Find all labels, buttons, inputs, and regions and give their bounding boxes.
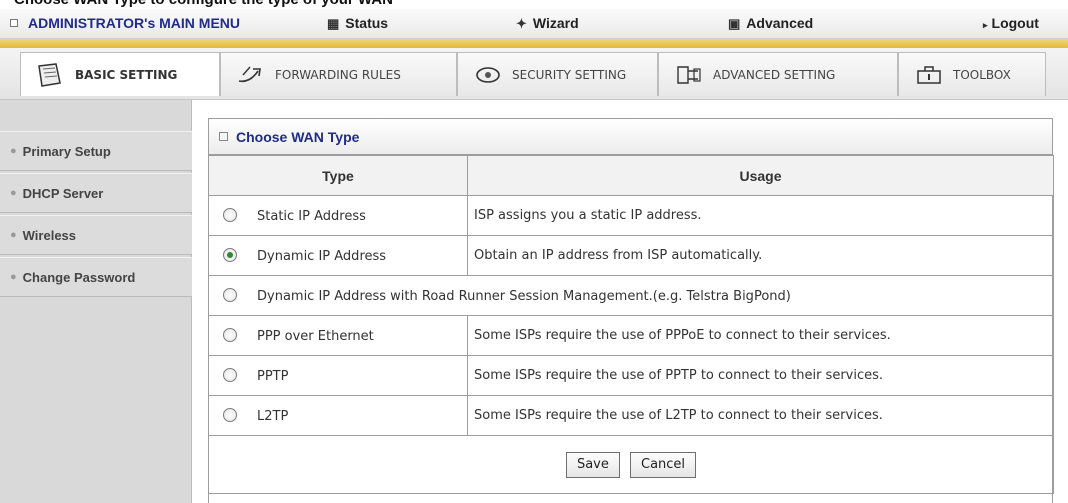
radio-road-runner[interactable] [223, 287, 237, 302]
page-caption-cropped: Choose WAN Type to configure the type of… [0, 0, 1068, 9]
sidebar-item-dhcp-server[interactable]: ● DHCP Server [0, 173, 192, 213]
panel-title: Choose WAN Type [236, 128, 360, 145]
advanced-menu[interactable]: ▣ Advanced [728, 15, 813, 32]
table-header-row: Type Usage [208, 155, 1054, 196]
forward-arrows-icon [235, 63, 267, 87]
sidebar: ● Primary Setup ● DHCP Server ● Wireless ● C… [0, 100, 192, 503]
type-label: Dynamic IP Address [257, 248, 387, 264]
tab-toolbox[interactable]: TOOLBOX [898, 52, 1046, 96]
usage-text: Some ISPs require the use of PPPoE to co… [467, 315, 1054, 356]
table-row: PPP over Ethernet Some ISPs require the … [208, 315, 1054, 356]
radio-pptp[interactable] [223, 367, 237, 382]
sidebar-item-change-password[interactable]: ● Change Password [0, 257, 192, 297]
panel-square-icon [219, 132, 228, 141]
table-row: PPTP Some ISPs require the use of PPTP t… [208, 355, 1054, 396]
table-row: L2TP Some ISPs require the use of L2TP t… [208, 395, 1054, 436]
sidebar-item-wireless[interactable]: ● Wireless [0, 215, 192, 255]
type-label: Static IP Address [257, 208, 366, 224]
network-icon [673, 63, 705, 87]
usage-text: Some ISPs require the use of PPTP to con… [467, 355, 1054, 396]
cancel-button[interactable]: Cancel [630, 451, 697, 478]
usage-text: Some ISPs require the use of L2TP to con… [467, 395, 1054, 436]
top-menu-bar: ADMINISTRATOR's MAIN MENU ▦ Status ✦ Wizar… [0, 9, 1068, 39]
tab-basic-setting[interactable]: BASIC SETTING [20, 52, 220, 96]
toolbox-icon [913, 63, 945, 87]
type-label: Dynamic IP Address with Road Runner Sess… [257, 288, 791, 304]
col-type-header: Type [208, 155, 468, 196]
sidebar-item-primary-setup[interactable]: ● Primary Setup [0, 131, 192, 171]
tab-forwarding-rules[interactable]: FORWARDING RULES [220, 52, 457, 96]
bullet-icon: ● [10, 229, 17, 241]
tab-security-setting[interactable]: SECURITY SETTING [457, 52, 658, 96]
security-eye-icon [472, 63, 504, 87]
col-usage-header: Usage [467, 155, 1054, 196]
logout-link[interactable]: ▸ Logout [983, 15, 1039, 31]
wan-type-panel: Choose WAN Type Type Usage Static IP Add… [208, 118, 1054, 503]
wan-type-table: Type Usage Static IP Address ISP assigns… [208, 155, 1054, 494]
admin-main-menu[interactable]: ADMINISTRATOR's MAIN MENU [10, 15, 240, 31]
usage-text: ISP assigns you a static IP address. [467, 195, 1054, 236]
bullet-icon: ● [10, 145, 17, 157]
type-label: L2TP [257, 408, 289, 424]
save-button[interactable]: Save [565, 451, 620, 478]
status-menu[interactable]: ▦ Status [327, 15, 388, 32]
tab-advanced-setting[interactable]: ADVANCED SETTING [658, 52, 898, 96]
wizard-menu[interactable]: ✦ Wizard [516, 15, 579, 32]
usage-text: Obtain an IP address from ISP automatica… [467, 235, 1054, 276]
panel-header: Choose WAN Type [209, 119, 1052, 155]
wizard-icon: ✦ [516, 16, 527, 31]
radio-dynamic-ip[interactable] [223, 247, 237, 262]
table-row: Dynamic IP Address with Road Runner Sess… [208, 275, 1054, 316]
status-icon: ▦ [327, 16, 340, 31]
button-row: Save Cancel [208, 435, 1054, 494]
arrow-right-icon: ▸ [983, 20, 988, 30]
menu-square-icon [10, 19, 18, 27]
page-caption: Choose WAN Type to configure the type of… [14, 0, 393, 8]
bullet-icon: ● [10, 187, 17, 199]
table-row: Static IP Address ISP assigns you a stat… [208, 195, 1054, 236]
bullet-icon: ● [10, 271, 17, 283]
document-icon [35, 62, 67, 87]
advanced-icon: ▣ [728, 16, 741, 31]
radio-static-ip[interactable] [223, 207, 237, 222]
gold-stripe [0, 39, 1068, 48]
type-label: PPP over Ethernet [257, 328, 374, 344]
table-row: Dynamic IP Address Obtain an IP address … [208, 235, 1054, 276]
radio-pppoe[interactable] [223, 327, 237, 342]
radio-l2tp[interactable] [223, 407, 237, 422]
type-label: PPTP [257, 368, 289, 384]
tab-bar: BASIC SETTING FORWARDING RULES SECURITY … [0, 48, 1068, 100]
